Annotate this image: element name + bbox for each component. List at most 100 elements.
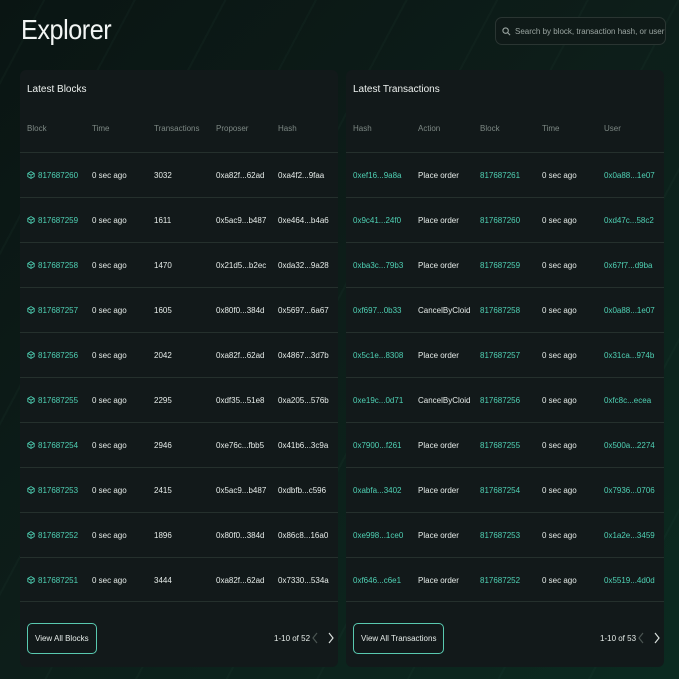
user-link[interactable]: 0x5519...4d0d [604, 558, 655, 603]
column-header-proposer: Proposer [216, 124, 249, 133]
tx-hash-link[interactable]: 0x7900...f261 [353, 423, 401, 468]
time-cell: 0 sec ago [92, 576, 127, 585]
block-link[interactable]: 817687254 [27, 423, 78, 468]
tx-hash-link[interactable]: 0xf697...0b33 [353, 288, 401, 333]
user-link[interactable]: 0x500a...2274 [604, 423, 655, 468]
block-link[interactable]: 817687260 [480, 198, 520, 243]
action-cell: Place order [418, 441, 459, 450]
transactions-count: 1605 [154, 306, 172, 315]
block-hash[interactable]: 0xa4f2...9faa [278, 153, 324, 198]
tx-hash-link[interactable]: 0xf646...c6e1 [353, 558, 401, 603]
block-hash[interactable]: 0x86c8...16a0 [278, 513, 328, 558]
user-link[interactable]: 0x67f7...d9ba [604, 243, 652, 288]
action-cell: Place order [418, 261, 459, 270]
time-cell: 0 sec ago [542, 306, 577, 315]
block-link[interactable]: 817687261 [480, 153, 520, 198]
table-row: 817687254 0 sec ago 2946 0xe76c...fbb5 0x41b… [20, 422, 338, 467]
cube-icon [27, 514, 35, 539]
block-link[interactable]: 817687258 [480, 288, 520, 333]
time-cell: 0 sec ago [92, 216, 127, 225]
time-cell: 0 sec ago [92, 531, 127, 540]
proposer-address[interactable]: 0x5ac9...b487 [216, 198, 266, 243]
block-link[interactable]: 817687255 [480, 423, 520, 468]
cube-icon [27, 469, 35, 494]
block-hash[interactable]: 0xe464...b4a6 [278, 198, 329, 243]
search-box[interactable] [495, 17, 666, 45]
latest-transactions-panel: Latest Transactions Hash Action Block Ti… [346, 70, 664, 667]
block-hash[interactable]: 0x41b6...3c9a [278, 423, 328, 468]
tx-hash-link[interactable]: 0xba3c...79b3 [353, 243, 403, 288]
user-link[interactable]: 0xd47c...58c2 [604, 198, 654, 243]
latest-blocks-panel: Latest Blocks Block Time Transactions Pr… [20, 70, 338, 667]
tx-hash-link[interactable]: 0xe998...1ce0 [353, 513, 403, 558]
tx-hash-link[interactable]: 0xabfa...3402 [353, 468, 401, 513]
block-hash[interactable]: 0x4867...3d7b [278, 333, 329, 378]
table-row: 817687257 0 sec ago 1605 0x80f0...384d 0x569… [20, 287, 338, 332]
block-number: 817687251 [38, 576, 79, 585]
proposer-address[interactable]: 0xa82f...62ad [216, 153, 264, 198]
user-link[interactable]: 0x31ca...974b [604, 333, 654, 378]
action-cell: Place order [418, 351, 459, 360]
block-number: 817687252 [38, 531, 79, 540]
proposer-address[interactable]: 0x21d5...b2ec [216, 243, 266, 288]
block-link[interactable]: 817687255 [27, 378, 78, 423]
block-link[interactable]: 817687252 [27, 513, 78, 558]
block-number: 817687256 [38, 351, 79, 360]
user-link[interactable]: 0x1a2e...3459 [604, 513, 655, 558]
chevron-left-icon[interactable] [311, 632, 319, 644]
block-link[interactable]: 817687252 [480, 558, 520, 603]
proposer-address[interactable]: 0xa82f...62ad [216, 558, 264, 603]
user-link[interactable]: 0x7936...0706 [604, 468, 655, 513]
block-link[interactable]: 817687256 [27, 333, 78, 378]
time-cell: 0 sec ago [92, 351, 127, 360]
block-link[interactable]: 817687254 [480, 468, 520, 513]
proposer-address[interactable]: 0x80f0...384d [216, 288, 264, 333]
search-input[interactable] [515, 26, 665, 36]
tx-hash-link[interactable]: 0x9c41...24f0 [353, 198, 401, 243]
block-link[interactable]: 817687253 [480, 513, 520, 558]
tx-hash-link[interactable]: 0xef16...9a8a [353, 153, 401, 198]
block-link[interactable]: 817687259 [480, 243, 520, 288]
search-icon [502, 26, 511, 35]
transactions-table-body: 0xef16...9a8a Place order 817687261 0 sec a… [346, 152, 664, 602]
user-link[interactable]: 0xfc8c...ecea [604, 378, 651, 423]
proposer-address[interactable]: 0xa82f...62ad [216, 333, 264, 378]
time-cell: 0 sec ago [542, 576, 577, 585]
proposer-address[interactable]: 0x5ac9...b487 [216, 468, 266, 513]
user-link[interactable]: 0x0a88...1e07 [604, 153, 655, 198]
chevron-left-icon[interactable] [637, 632, 645, 644]
block-link[interactable]: 817687256 [480, 378, 520, 423]
transactions-count: 2042 [154, 351, 172, 360]
table-row: 817687258 0 sec ago 1470 0x21d5...b2ec 0xda3… [20, 242, 338, 287]
proposer-address[interactable]: 0x80f0...384d [216, 513, 264, 558]
block-link[interactable]: 817687251 [27, 558, 78, 603]
time-cell: 0 sec ago [542, 261, 577, 270]
action-cell: Place order [418, 576, 459, 585]
table-row: 817687252 0 sec ago 1896 0x80f0...384d 0x86c… [20, 512, 338, 557]
proposer-address[interactable]: 0xe76c...fbb5 [216, 423, 264, 468]
block-link[interactable]: 817687257 [27, 288, 78, 333]
view-all-blocks-button[interactable]: View All Blocks [27, 623, 97, 654]
cube-icon [27, 244, 35, 269]
block-hash[interactable]: 0xda32...9a28 [278, 243, 329, 288]
block-link[interactable]: 817687259 [27, 198, 78, 243]
block-hash[interactable]: 0xa205...576b [278, 378, 329, 423]
view-all-transactions-button[interactable]: View All Transactions [353, 623, 445, 654]
block-hash[interactable]: 0xdbfb...c596 [278, 468, 326, 513]
action-cell: CancelByCloid [418, 396, 471, 405]
block-link[interactable]: 817687258 [27, 243, 78, 288]
transactions-count: 3444 [154, 576, 172, 585]
block-link[interactable]: 817687257 [480, 333, 520, 378]
chevron-right-icon[interactable] [653, 632, 661, 644]
time-cell: 0 sec ago [92, 486, 127, 495]
panel-title: Latest Transactions [353, 84, 440, 95]
user-link[interactable]: 0x0a88...1e07 [604, 288, 655, 333]
tx-hash-link[interactable]: 0x5c1e...8308 [353, 333, 403, 378]
proposer-address[interactable]: 0xdf35...51e8 [216, 378, 264, 423]
block-link[interactable]: 817687253 [27, 468, 78, 513]
block-hash[interactable]: 0x5697...6a67 [278, 288, 329, 333]
tx-hash-link[interactable]: 0xe19c...0d71 [353, 378, 403, 423]
block-hash[interactable]: 0x7330...534a [278, 558, 329, 603]
chevron-right-icon[interactable] [327, 632, 335, 644]
block-link[interactable]: 817687260 [27, 153, 78, 198]
